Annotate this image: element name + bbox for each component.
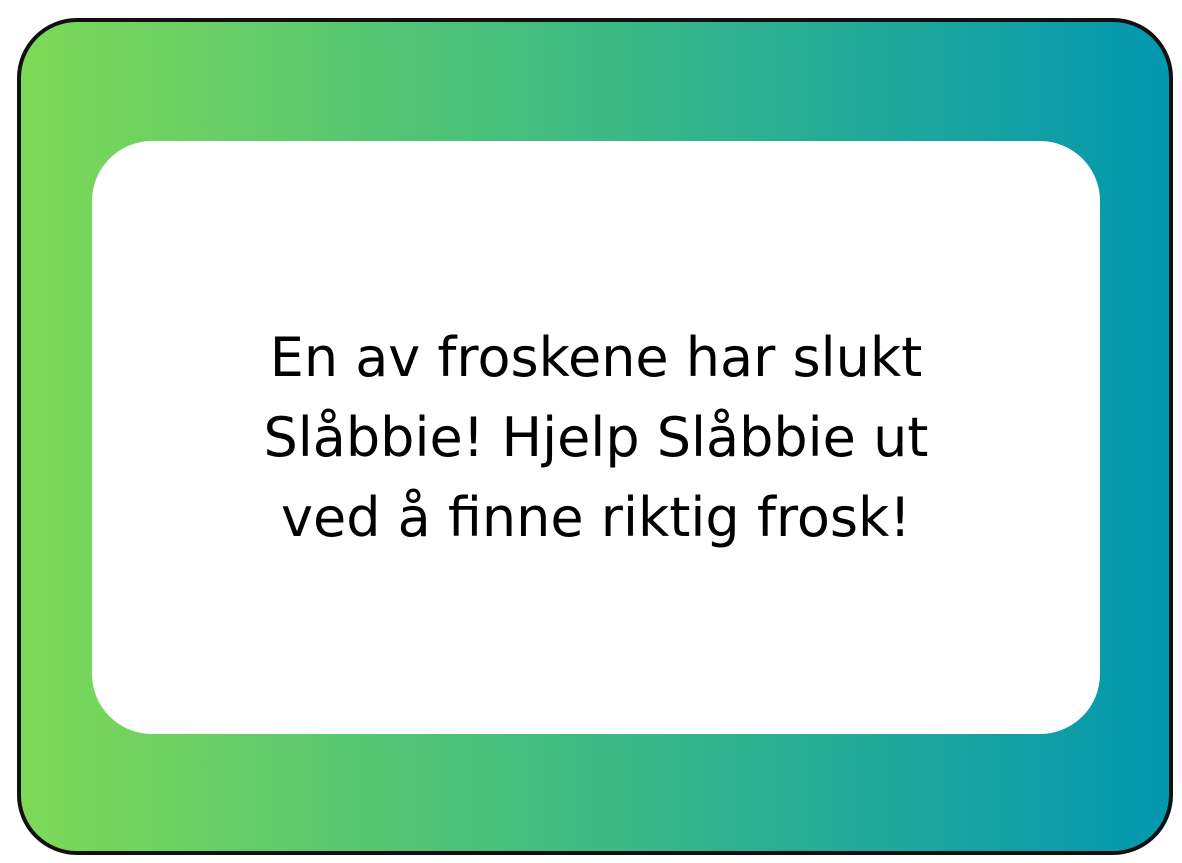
instruction-line-3: ved å finne riktig frosk! — [281, 485, 911, 549]
instruction-line-2: Slåbbie! Hjelp Slåbbie ut — [263, 405, 929, 469]
message-panel: En av froskene har slukt Slåbbie! Hjelp … — [92, 141, 1100, 734]
instruction-text: En av froskene har slukt Slåbbie! Hjelp … — [264, 318, 929, 558]
gradient-frame-card: En av froskene har slukt Slåbbie! Hjelp … — [17, 18, 1173, 855]
instruction-line-1: En av froskene har slukt — [269, 325, 923, 389]
